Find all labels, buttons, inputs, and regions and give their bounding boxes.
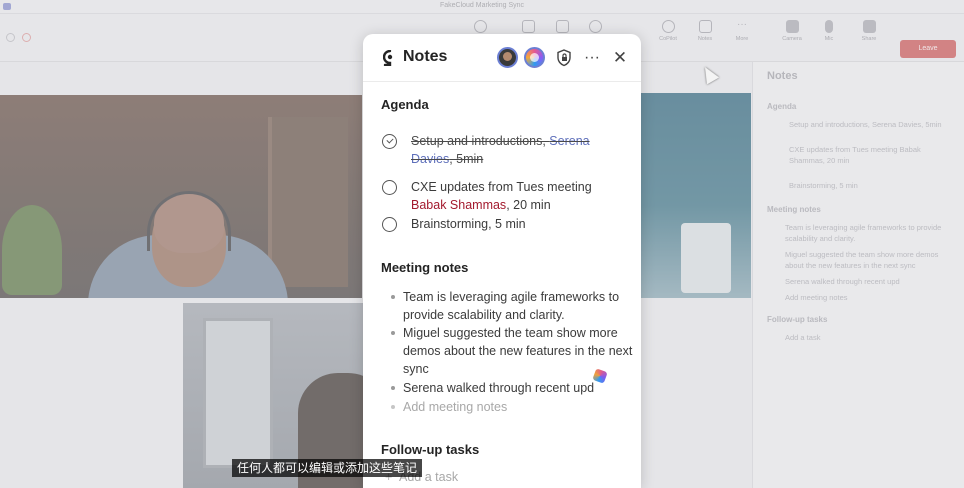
user-avatar[interactable] xyxy=(497,47,518,68)
unchecked-circle-icon[interactable] xyxy=(382,217,397,232)
notes-panel: Notes ··· ✕ Agenda Setup and introductio… xyxy=(363,34,641,488)
notes-header: Notes ··· ✕ xyxy=(363,34,641,82)
add-meeting-notes-input[interactable]: Add meeting notes xyxy=(391,398,633,416)
close-icon[interactable]: ✕ xyxy=(610,48,630,68)
person-mention[interactable]: Babak Shammas xyxy=(411,198,506,212)
checked-circle-icon[interactable] xyxy=(382,134,397,149)
shield-lock-icon[interactable] xyxy=(554,48,574,68)
notes-title: Notes xyxy=(403,48,448,65)
agenda-heading: Agenda xyxy=(381,97,429,112)
unchecked-circle-icon[interactable] xyxy=(382,180,397,195)
video-subtitle: 任何人都可以编辑或添加这些笔记 xyxy=(232,459,423,477)
copilot-avatar[interactable] xyxy=(524,47,545,68)
meeting-notes-heading: Meeting notes xyxy=(381,260,469,275)
loop-logo-icon xyxy=(383,50,393,66)
more-options-icon[interactable]: ··· xyxy=(582,48,602,68)
follow-up-heading: Follow-up tasks xyxy=(381,442,480,457)
meeting-note-item[interactable]: Team is leveraging agile frameworks to p… xyxy=(391,288,633,324)
